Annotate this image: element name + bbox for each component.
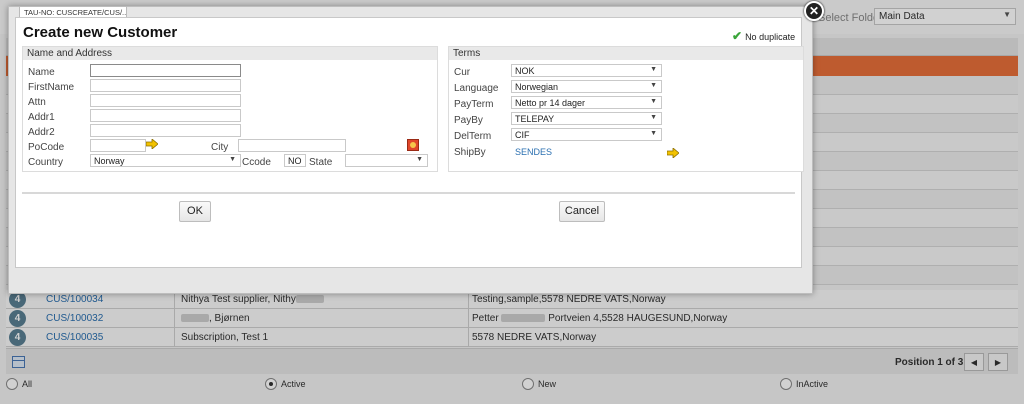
payterm-select[interactable]: Netto pr 14 dager ▼ — [511, 96, 662, 109]
chevron-down-icon: ▼ — [650, 98, 657, 105]
chevron-down-icon: ▼ — [650, 130, 657, 137]
language-select[interactable]: Norwegian ▼ — [511, 80, 662, 93]
cur-select[interactable]: NOK ▼ — [511, 64, 662, 77]
firstname-input[interactable] — [90, 79, 241, 92]
close-icon: ✕ — [808, 4, 820, 18]
state-select[interactable]: ▼ — [345, 154, 428, 167]
ccode-value: NO — [288, 156, 302, 166]
attn-input[interactable] — [90, 94, 241, 107]
lookup-icon[interactable] — [407, 139, 419, 151]
name-address-section: Name and Address Name FirstName Attn Add… — [22, 46, 438, 172]
attn-label: Attn — [28, 97, 46, 108]
chevron-down-icon: ▼ — [650, 114, 657, 121]
payby-value: TELEPAY — [515, 114, 555, 124]
section-header: Name and Address — [23, 47, 437, 60]
terms-section: Terms Cur NOK ▼ Language Norwegian ▼ Pay… — [448, 46, 804, 172]
check-icon: ✔ — [732, 29, 743, 43]
shipby-link[interactable]: SENDES — [515, 147, 552, 157]
payterm-value: Netto pr 14 dager — [515, 98, 586, 108]
chevron-down-icon: ▼ — [650, 82, 657, 89]
ccode-label: Ccode — [242, 157, 271, 168]
firstname-label: FirstName — [28, 82, 75, 93]
addr2-input[interactable] — [90, 124, 241, 137]
create-customer-dialog: TAU-NO: CUSCREATE/CUS/... Create new Cus… — [8, 1, 824, 294]
dialog-title: Create new Customer — [23, 24, 178, 41]
arrow-right-icon[interactable] — [667, 148, 679, 158]
chevron-down-icon: ▼ — [650, 66, 657, 73]
country-label: Country — [28, 157, 64, 168]
ccode-input[interactable]: NO — [284, 154, 306, 167]
addr1-input[interactable] — [90, 109, 241, 122]
payterm-label: PayTerm — [454, 99, 494, 110]
delterm-label: DelTerm — [454, 131, 492, 142]
chevron-down-icon: ▼ — [229, 156, 236, 163]
language-label: Language — [454, 83, 499, 94]
name-input[interactable] — [90, 64, 241, 77]
state-label: State — [309, 157, 333, 168]
language-value: Norwegian — [515, 82, 559, 92]
divider — [22, 192, 795, 194]
addr2-label: Addr2 — [28, 127, 55, 138]
arrow-right-icon[interactable] — [146, 139, 158, 149]
delterm-value: CIF — [515, 130, 530, 140]
cur-label: Cur — [454, 67, 471, 78]
city-label: City — [211, 142, 229, 153]
payby-select[interactable]: TELEPAY ▼ — [511, 112, 662, 125]
cancel-button[interactable]: Cancel — [559, 201, 605, 222]
dialog-body: Create new Customer ✔ No duplicate Name a… — [15, 17, 804, 268]
chevron-down-icon: ▼ — [416, 156, 423, 163]
pocode-label: PoCode — [28, 142, 65, 153]
payby-label: PayBy — [454, 115, 483, 126]
delterm-select[interactable]: CIF ▼ — [511, 128, 662, 141]
close-button[interactable]: ✕ — [804, 1, 824, 21]
city-input[interactable] — [238, 139, 346, 152]
country-select[interactable]: Norway ▼ — [90, 154, 241, 167]
cur-value: NOK — [515, 66, 535, 76]
ok-button[interactable]: OK — [179, 201, 211, 222]
addr1-label: Addr1 — [28, 112, 55, 123]
country-value: Norway — [94, 156, 125, 166]
duplicate-status: ✔ No duplicate — [732, 29, 796, 43]
section-header: Terms — [449, 47, 803, 60]
shipby-label: ShipBy — [454, 147, 486, 158]
name-label: Name — [28, 67, 55, 78]
pocode-input[interactable] — [90, 139, 146, 152]
